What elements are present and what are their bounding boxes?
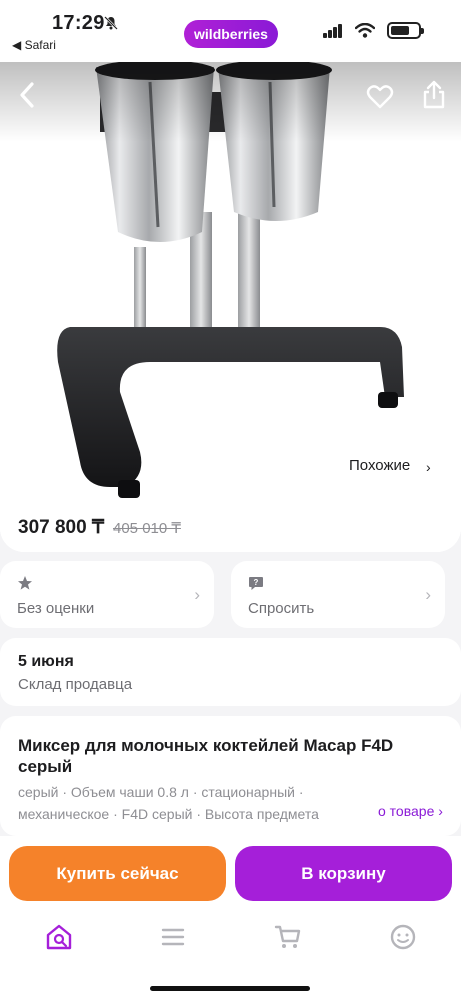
question-bubble-icon: ? (249, 577, 263, 590)
ask-question-card[interactable]: ? Спросить › (231, 561, 445, 628)
rating-label: Без оценки (17, 600, 95, 617)
delivery-source: Склад продавца (18, 676, 133, 693)
heart-favorite-icon[interactable] (366, 84, 394, 110)
share-icon[interactable] (422, 80, 446, 110)
bell-off-icon (104, 16, 118, 30)
chevron-right-icon: › (194, 585, 200, 604)
similar-products-link[interactable]: Похожие (349, 457, 410, 474)
cart-icon[interactable] (273, 922, 303, 952)
buy-now-button[interactable]: Купить сейчас (9, 846, 226, 901)
star-icon (18, 576, 32, 590)
status-bar: 17:29 ◀ Safari wildberries (0, 0, 461, 62)
delivery-card[interactable]: 5 июня Склад продавца (0, 638, 461, 706)
product-tags-line: серый · Объем чаши 0.8 л · стационарный … (18, 784, 304, 800)
ask-label: Спросить (248, 600, 315, 617)
old-price: 405 010 ₸ (113, 520, 181, 537)
home-indicator (150, 986, 310, 991)
product-image[interactable]: Похожие › (0, 62, 461, 552)
home-search-icon[interactable] (44, 922, 74, 952)
bottom-action-bar: Купить сейчас В корзину (0, 836, 461, 999)
product-description-card[interactable]: Миксер для молочных коктейлей Macap F4D … (0, 716, 461, 836)
battery-icon (387, 22, 424, 39)
price-section: 307 800 ₸ 405 010 ₸ (0, 500, 461, 552)
product-tags: серый · Объем чаши 0.8 л · стационарный … (18, 781, 368, 825)
menu-icon[interactable] (158, 922, 188, 952)
current-price: 307 800 ₸ (18, 517, 105, 538)
back-to-safari-link[interactable]: ◀ Safari (12, 38, 56, 52)
wifi-icon (355, 23, 375, 38)
product-page: 17:29 ◀ Safari wildberries Похожие › 307… (0, 0, 461, 999)
delivery-date: 5 июня (18, 653, 74, 670)
chevron-right-icon: › (425, 585, 431, 604)
about-product-link[interactable]: о товаре › (368, 803, 443, 819)
product-title: Миксер для молочных коктейлей Macap F4D … (18, 736, 394, 776)
back-arrow-icon[interactable] (14, 80, 42, 110)
add-to-cart-button[interactable]: В корзину (235, 846, 452, 901)
wildberries-logo: wildberries (184, 20, 278, 48)
cellular-signal-icon (323, 23, 343, 38)
svg-text:?: ? (254, 578, 259, 587)
rating-card[interactable]: Без оценки › (0, 561, 214, 628)
status-time: 17:29 (52, 12, 105, 34)
product-tags-line: механическое · F4D серый · Высота предме… (18, 806, 319, 822)
chevron-right-icon: › (426, 459, 431, 475)
profile-icon[interactable] (388, 922, 418, 952)
